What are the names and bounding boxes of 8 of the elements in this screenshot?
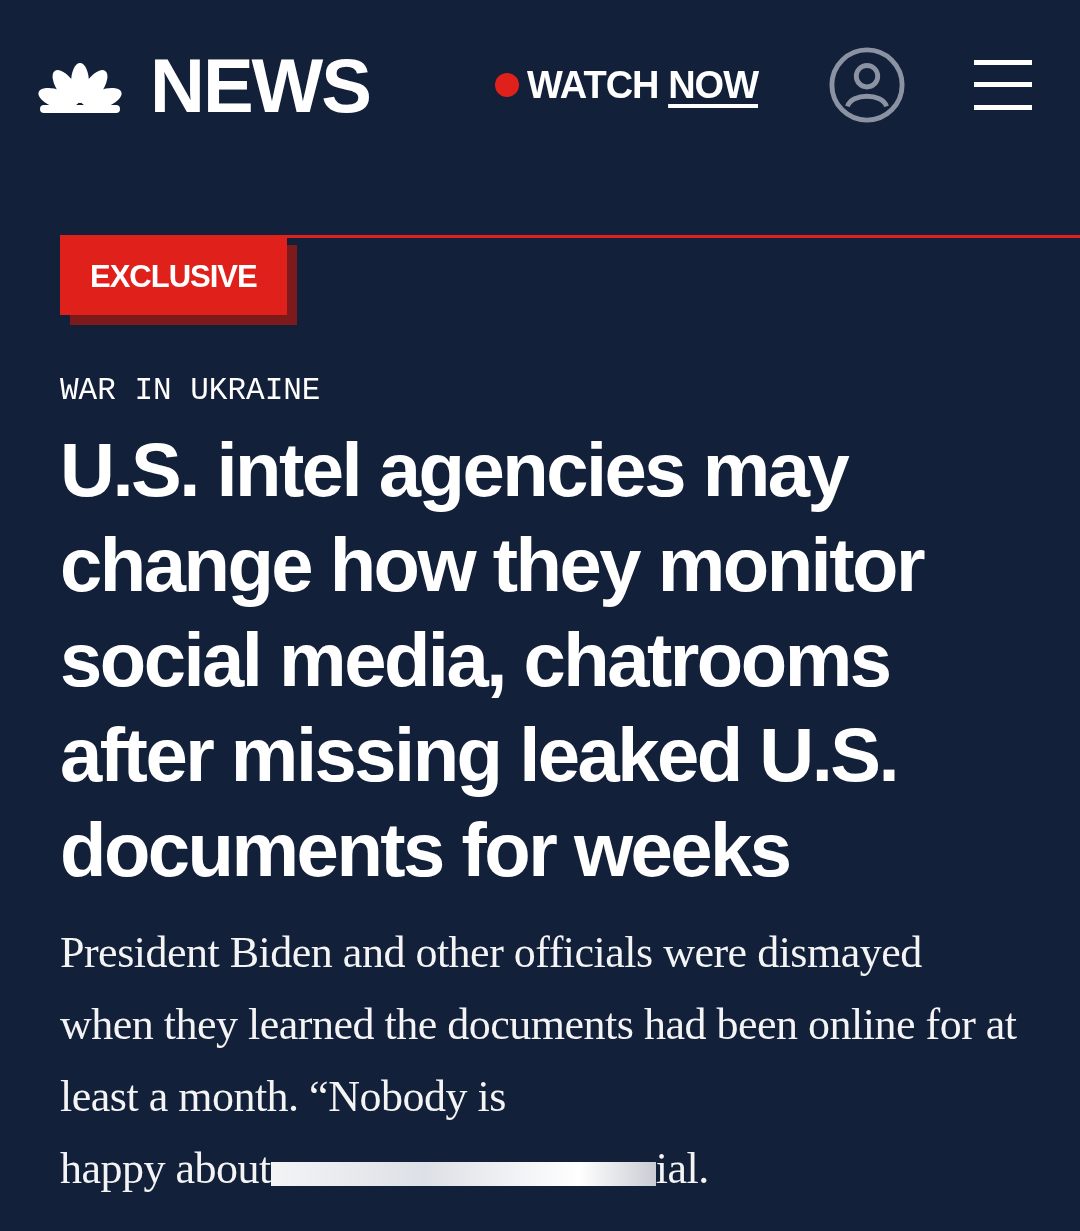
account-icon[interactable]: [828, 46, 906, 124]
headline: U.S. intel agencies may change how they monitor social media, chatrooms after missing leaked U.S. documents for weeks: [60, 426, 925, 894]
menu-icon[interactable]: [974, 60, 1032, 110]
summary-text: ial.: [655, 1143, 709, 1195]
summary-text: happy about: [60, 1143, 271, 1195]
logo-text[interactable]: NEWS: [150, 41, 370, 129]
category-label[interactable]: WAR IN UKRAINE: [60, 373, 1080, 408]
watch-now-link[interactable]: WATCH NOW: [495, 63, 758, 107]
